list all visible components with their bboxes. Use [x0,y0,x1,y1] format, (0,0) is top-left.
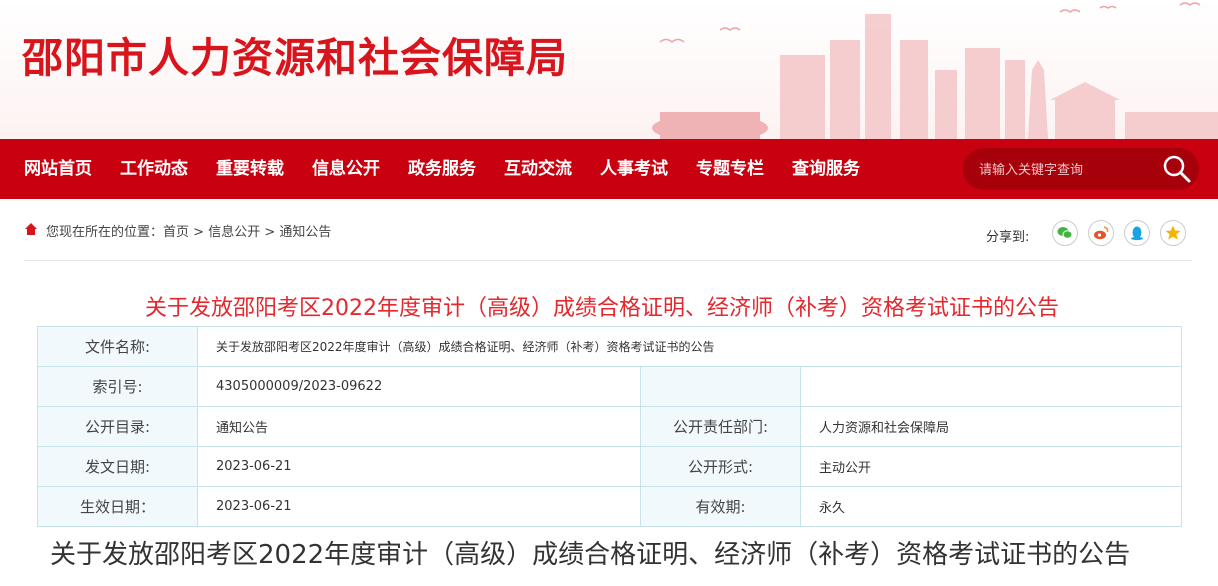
issue-date-label: 发文日期: [37,446,198,487]
table-row: 索引号: 4305000009/2023-09622 [37,366,1182,407]
catalog-value: 通知公告 [197,406,641,447]
wechat-icon [1057,227,1073,239]
effective-date-value: 2023-06-21 [197,486,641,527]
breadcrumb-prefix: 您现在所在的位置： [46,225,164,240]
share-label: 分享到: [986,230,1030,245]
home-icon [25,223,37,235]
site-header: 邵阳市人力资源和社会保障局 [0,0,1218,139]
empty-value-cell [800,366,1182,407]
site-title[interactable]: 邵阳市人力资源和社会保障局 [22,24,568,84]
share-qzone-button[interactable] [1160,220,1186,246]
article-heading: 关于发放邵阳考区2022年度审计（高级）成绩合格证明、经济师（补考）资格考试证书… [50,540,1131,570]
nav-item-personnel-exam[interactable]: 人事考试 [586,139,682,199]
search-input[interactable] [977,148,1151,192]
catalog-label: 公开目录: [37,406,198,447]
dept-value: 人力资源和社会保障局 [800,406,1182,447]
share-wechat-button[interactable] [1052,220,1078,246]
breadcrumb-separator: > [260,225,280,240]
table-row: 生效日期： 2023-06-21 有效期: 永久 [37,486,1182,527]
share-weibo-button[interactable] [1088,220,1114,246]
table-row: 文件名称: 关于发放邵阳考区2022年度审计（高级）成绩合格证明、经济师（补考）… [37,326,1182,367]
breadcrumb-bar: 您现在所在的位置：首页 > 信息公开 > 通知公告 分享到: [24,210,1192,261]
index-label: 索引号: [37,366,198,407]
empty-label-cell [640,366,801,407]
nav-item-home[interactable]: 网站首页 [10,139,106,199]
disclosure-form-value: 主动公开 [800,446,1182,487]
breadcrumb-separator: > [189,225,209,240]
issue-date-value: 2023-06-21 [197,446,641,487]
city-skyline-illustration [652,2,1218,139]
nav-item-info-disclosure[interactable]: 信息公开 [298,139,394,199]
search-icon[interactable] [1162,154,1192,184]
breadcrumb: 您现在所在的位置：首页 > 信息公开 > 通知公告 [46,221,331,240]
breadcrumb-home-link[interactable]: 首页 [163,225,189,240]
nav-items: 网站首页 工作动态 重要转载 信息公开 政务服务 互动交流 人事考试 专题专栏 … [10,139,874,199]
document-info-table: 文件名称: 关于发放邵阳考区2022年度审计（高级）成绩合格证明、经济师（补考）… [37,326,1182,527]
validity-value: 永久 [800,486,1182,527]
effective-date-label: 生效日期： [37,486,198,527]
nav-item-work-news[interactable]: 工作动态 [106,139,202,199]
weibo-icon [1094,226,1109,240]
nav-item-reprints[interactable]: 重要转载 [202,139,298,199]
breadcrumb-notices-link[interactable]: 通知公告 [279,225,331,240]
article-title: 关于发放邵阳考区2022年度审计（高级）成绩合格证明、经济师（补考）资格考试证书… [145,296,1059,321]
nav-item-gov-services[interactable]: 政务服务 [394,139,490,199]
disclosure-form-label: 公开形式: [640,446,801,487]
file-name-label: 文件名称: [37,326,198,367]
nav-item-special-topics[interactable]: 专题专栏 [682,139,778,199]
table-row: 发文日期: 2023-06-21 公开形式: 主动公开 [37,446,1182,487]
dept-label: 公开责任部门: [640,406,801,447]
index-value: 4305000009/2023-09622 [197,366,641,407]
qzone-icon [1165,225,1181,240]
qq-icon [1131,226,1143,241]
nav-item-interaction[interactable]: 互动交流 [490,139,586,199]
nav-item-query-services[interactable]: 查询服务 [778,139,874,199]
validity-label: 有效期: [640,486,801,527]
table-row: 公开目录: 通知公告 公开责任部门: 人力资源和社会保障局 [37,406,1182,447]
breadcrumb-info-disclosure-link[interactable]: 信息公开 [208,225,260,240]
file-name-value: 关于发放邵阳考区2022年度审计（高级）成绩合格证明、经济师（补考）资格考试证书… [197,326,1182,367]
share-qq-button[interactable] [1124,220,1150,246]
